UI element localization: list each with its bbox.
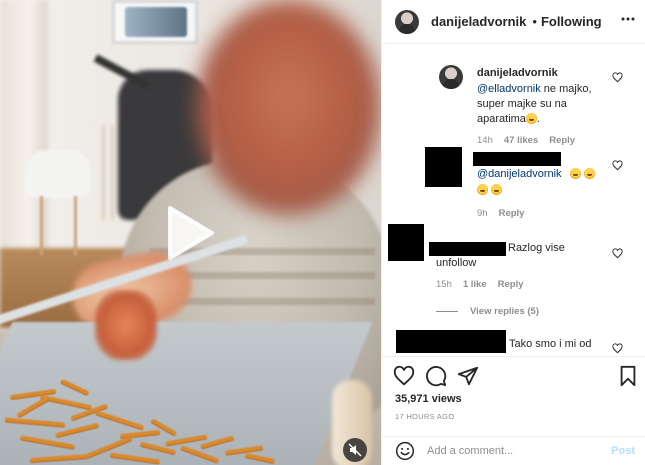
header-separator: • — [532, 14, 537, 29]
paper-plane-icon[interactable] — [457, 365, 479, 387]
reply-button[interactable]: Reply — [498, 279, 524, 290]
child-hand — [95, 290, 157, 360]
wall-picture — [112, 0, 198, 44]
laughing-face-icon — [525, 113, 537, 124]
comment-input[interactable] — [427, 445, 597, 457]
rolling-laughing-face-icon — [491, 184, 503, 195]
redacted-avatar — [388, 224, 424, 261]
comment-age: 9h — [477, 208, 488, 219]
comment-trailing: . — [536, 113, 540, 125]
redacted-avatar — [425, 147, 462, 187]
comments-list[interactable]: danijeladvornik @elladvornik ne majko, s… — [382, 44, 645, 356]
post-header: danijeladvornik • Following — [382, 0, 645, 44]
comment-likes[interactable]: 1 like — [463, 279, 487, 290]
reply-button[interactable]: Reply — [499, 208, 525, 219]
muted-speaker-icon[interactable] — [343, 438, 367, 462]
comment-likes[interactable]: 47 likes — [504, 135, 538, 146]
comment-text-continued: unfollow — [436, 257, 477, 269]
comment-bubble-icon[interactable] — [425, 365, 447, 387]
post-timestamp[interactable]: 17 HOURS AGO — [395, 412, 454, 421]
view-replies-line — [436, 311, 458, 312]
redacted-author — [396, 330, 506, 353]
view-replies-button[interactable]: View replies (5) — [436, 306, 539, 317]
comment-text: Tako smo i mi od — [509, 338, 592, 350]
redacted-username — [473, 152, 561, 166]
post-side-panel: danijeladvornik • Following danijeladvor… — [381, 0, 645, 465]
comment-mention[interactable]: @elladvornik — [477, 83, 541, 95]
post-actions: 35,971 views 17 HOURS AGO — [382, 356, 645, 436]
chair-leg — [40, 196, 43, 256]
following-button[interactable]: Following — [541, 14, 602, 29]
heart-icon[interactable] — [612, 343, 623, 354]
video-player[interactable] — [0, 0, 381, 465]
avatar[interactable] — [439, 65, 463, 89]
bookmark-icon[interactable] — [617, 365, 639, 387]
rolling-laughing-face-icon — [569, 168, 581, 179]
smiley-icon[interactable] — [395, 441, 415, 461]
heart-icon[interactable] — [393, 365, 415, 387]
comment-composer: Post — [382, 436, 645, 465]
header-username[interactable]: danijeladvornik — [431, 14, 526, 29]
view-count[interactable]: 35,971 views — [395, 393, 462, 405]
comment-text: Razlog vise — [508, 242, 565, 254]
comment-age: 14h — [477, 135, 493, 146]
comment-mention[interactable]: @danijeladvornik — [477, 168, 562, 180]
view-replies-label: View replies (5) — [470, 306, 539, 317]
post-button[interactable]: Post — [611, 445, 635, 457]
play-icon[interactable] — [164, 204, 216, 262]
comment-age: 15h — [436, 279, 452, 290]
heart-icon[interactable] — [612, 248, 623, 259]
reply-button[interactable]: Reply — [549, 135, 575, 146]
more-options-icon[interactable] — [621, 17, 635, 21]
background-chair — [26, 150, 90, 198]
heart-icon[interactable] — [612, 160, 623, 171]
comment-username[interactable]: danijeladvornik — [477, 67, 558, 79]
avatar[interactable] — [395, 9, 419, 34]
chair-leg — [74, 196, 77, 256]
rolling-laughing-face-icon — [583, 168, 595, 179]
redacted-username — [429, 242, 506, 256]
blurred-face — [196, 0, 381, 215]
heart-icon[interactable] — [612, 72, 623, 83]
rolling-laughing-face-icon — [477, 184, 488, 195]
